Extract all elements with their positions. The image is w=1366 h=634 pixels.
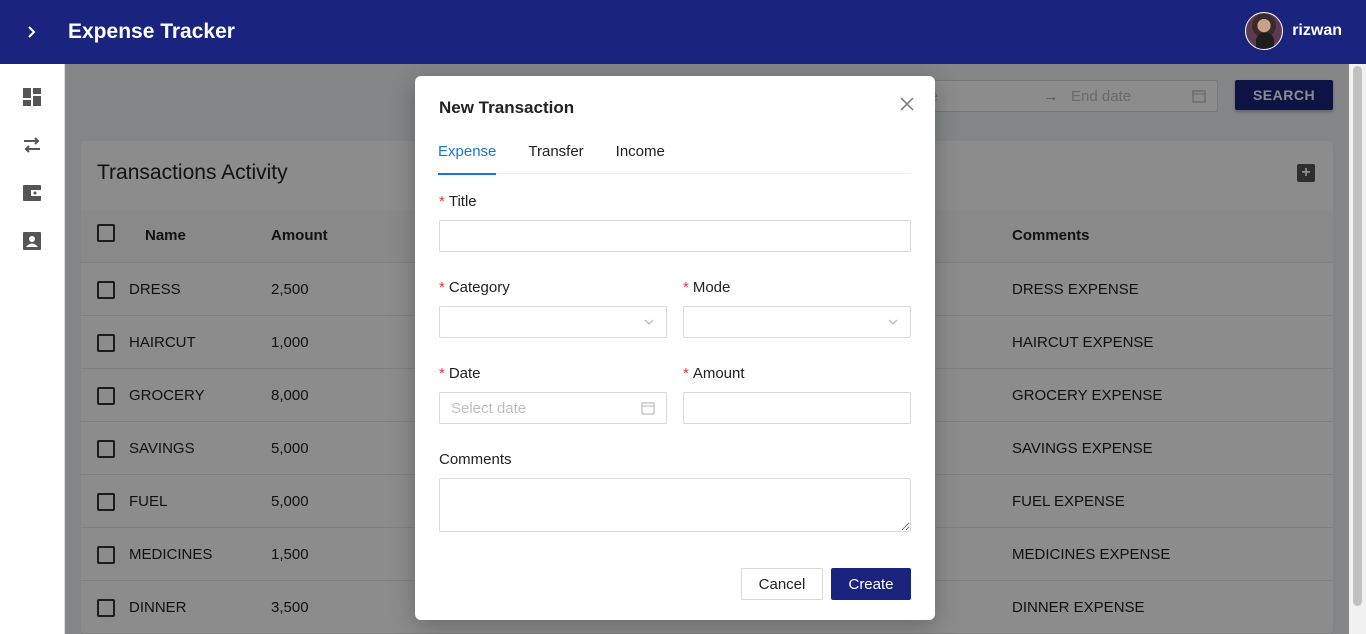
date-picker[interactable]: Select date	[439, 392, 667, 424]
wallet-icon[interactable]	[21, 182, 43, 204]
tab-expense[interactable]: Expense	[438, 140, 497, 175]
create-button[interactable]: Create	[831, 568, 911, 600]
calendar-icon	[641, 401, 655, 419]
user-menu[interactable]: rizwan	[1245, 12, 1342, 50]
category-label: * Category	[439, 279, 510, 296]
chevron-down-icon	[887, 315, 899, 332]
modal-title: New Transaction	[439, 98, 575, 117]
comments-textarea[interactable]	[439, 478, 911, 532]
date-placeholder: Select date	[451, 399, 527, 417]
date-label: * Date	[439, 365, 481, 382]
category-select[interactable]	[439, 306, 667, 338]
swap-icon[interactable]	[21, 134, 43, 156]
title-label: * Title	[439, 193, 477, 210]
tab-transfer[interactable]: Transfer	[528, 140, 583, 174]
title-input[interactable]	[439, 220, 911, 252]
chevron-down-icon	[643, 315, 655, 332]
user-name: rizwan	[1292, 22, 1342, 39]
new-transaction-modal: New Transaction Expense Transfer Income …	[415, 76, 935, 620]
amount-input[interactable]	[683, 392, 911, 424]
profile-icon[interactable]	[21, 230, 43, 252]
app-title: Expense Tracker	[68, 20, 235, 43]
transaction-type-tabs: Expense Transfer Income	[438, 140, 911, 175]
chevron-right-icon	[28, 26, 36, 38]
scrollbar-thumb[interactable]	[1353, 66, 1362, 606]
sidebar-toggle-button[interactable]	[0, 0, 64, 64]
scrollbar[interactable]	[1349, 64, 1366, 634]
mode-select[interactable]	[683, 306, 911, 338]
mode-label: * Mode	[683, 279, 731, 296]
tab-income[interactable]: Income	[616, 140, 665, 174]
avatar	[1245, 12, 1284, 50]
sidebar	[0, 64, 65, 634]
amount-label: * Amount	[683, 365, 745, 382]
comments-label: Comments	[439, 451, 512, 468]
close-icon[interactable]	[897, 94, 917, 114]
cancel-button[interactable]: Cancel	[741, 568, 823, 600]
app-header: Expense Tracker rizwan	[0, 0, 1366, 64]
dashboard-icon[interactable]	[21, 86, 43, 108]
